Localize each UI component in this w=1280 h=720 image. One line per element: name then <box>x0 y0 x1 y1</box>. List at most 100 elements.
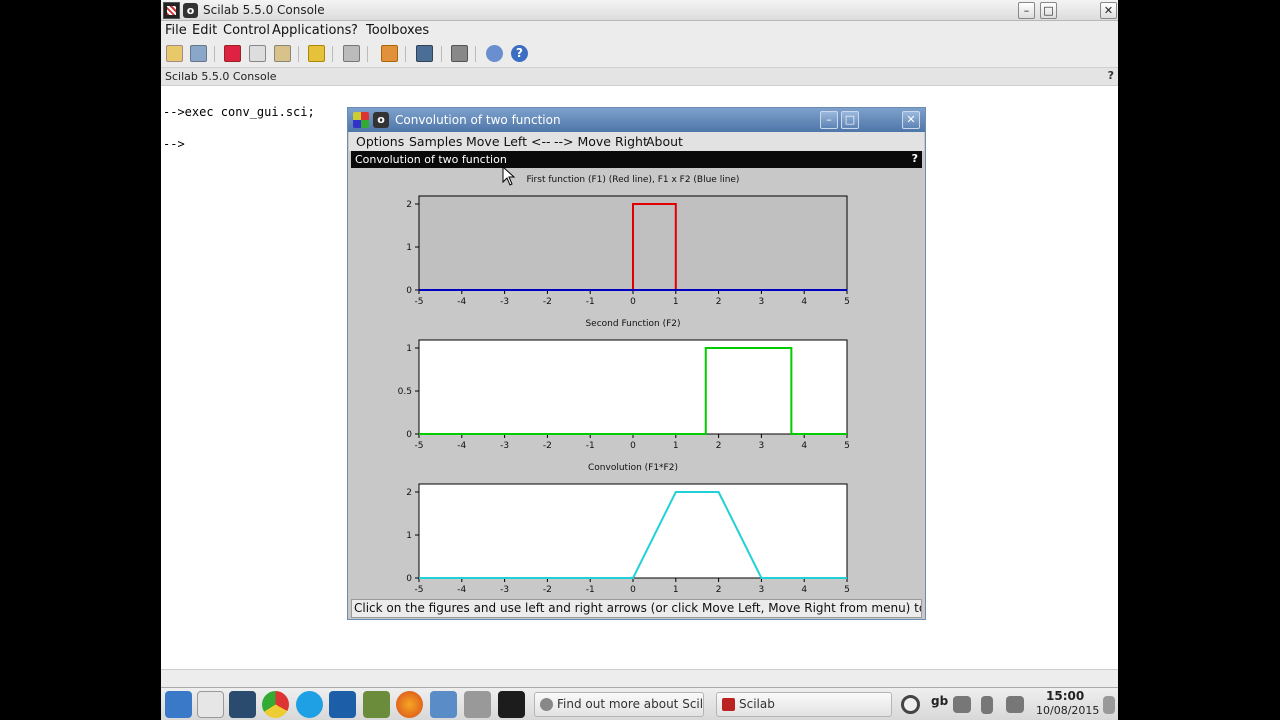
dialog-minimize-button[interactable]: – <box>820 111 838 129</box>
chrome-icon[interactable] <box>262 691 289 718</box>
console-titlebar[interactable]: o Scilab 5.5.0 Console – □ ✕ <box>161 0 1118 21</box>
books-icon[interactable] <box>363 691 390 718</box>
plot-1-xtick-label-9: 4 <box>801 297 807 307</box>
plot-3-ytick-label-0: 0 <box>406 574 412 584</box>
open-file-icon[interactable] <box>190 45 207 62</box>
plot-2-xtick-label-6: 1 <box>673 441 679 451</box>
dialog-menubar: Options Samples Move Left <-- --> Move R… <box>349 132 924 151</box>
figure-dock-header: Convolution of two function ? <box>351 151 922 168</box>
convolution-window-title: Convolution of two function <box>395 113 561 127</box>
console-line-exec: -->exec conv_gui.sci; <box>163 105 315 119</box>
browser-tab-icon <box>540 698 553 711</box>
menu-about[interactable]: About <box>646 134 683 149</box>
task-find-out-more[interactable]: Find out more about Scilab <box>534 692 704 717</box>
preferences-icon[interactable] <box>451 45 468 62</box>
plot-2-xtick-label-8: 3 <box>759 441 765 451</box>
plot-2-xtick-label-5: 0 <box>630 441 636 451</box>
plot-1-xtick-label-8: 3 <box>759 297 765 307</box>
plot-1-ytick-label-0: 0 <box>406 286 412 296</box>
plot-2-xtick-label-1: -4 <box>457 441 466 451</box>
task-scilab[interactable]: Scilab <box>716 692 892 717</box>
plot-1-xtick-label-1: -4 <box>457 297 466 307</box>
cut-icon[interactable] <box>224 45 241 62</box>
desktop-screen: o Scilab 5.5.0 Console – □ ✕ File Edit C… <box>161 0 1118 720</box>
wifi-icon[interactable] <box>1006 696 1024 713</box>
menu-control[interactable]: Control <box>223 23 270 38</box>
dialog-maximize-button[interactable]: □ <box>841 111 859 129</box>
plot-1-xtick-label-7: 2 <box>716 297 722 307</box>
plot-2-ytick-label-2: 1 <box>406 344 412 354</box>
firefox-icon[interactable] <box>396 691 423 718</box>
taskbar: Find out more about Scilab Scilab gb 15:… <box>161 687 1118 720</box>
plot-1-title: First function (F1) (Red line), F1 x F2 … <box>527 175 740 185</box>
power-icon[interactable] <box>901 695 920 714</box>
plot-3-axes <box>418 483 848 579</box>
menu-move-right[interactable]: --> Move Right <box>554 134 648 149</box>
text-editor-icon[interactable] <box>197 691 224 718</box>
desktop-icon[interactable] <box>229 691 256 718</box>
calculator-icon[interactable] <box>329 691 356 718</box>
close-button[interactable]: ✕ <box>1100 2 1117 19</box>
paste-icon[interactable] <box>274 45 291 62</box>
figure-dock-help-icon[interactable]: ? <box>912 152 918 165</box>
plots-svg[interactable]: First function (F1) (Red line), F1 x F2 … <box>351 168 922 598</box>
figure-dock-title: Convolution of two function <box>355 153 507 166</box>
variable-browser-icon[interactable] <box>381 45 398 62</box>
help-icon[interactable]: ? <box>511 45 528 62</box>
clock-time[interactable]: 15:00 <box>1046 689 1084 703</box>
menu-move-left[interactable]: Move Left <-- <box>466 134 550 149</box>
plot-1-xtick-label-6: 1 <box>673 297 679 307</box>
menu-edit[interactable]: Edit <box>192 23 217 38</box>
maximize-button[interactable]: □ <box>1040 2 1057 19</box>
plot-2-xtick-label-10: 5 <box>844 441 850 451</box>
files-icon[interactable] <box>430 691 457 718</box>
battery-icon[interactable] <box>981 696 993 714</box>
mouse-cursor <box>502 166 516 186</box>
menu-options[interactable]: Options <box>356 134 404 149</box>
window-menu-icon[interactable]: o <box>373 112 389 128</box>
menu-samples[interactable]: Samples <box>409 134 462 149</box>
scinotes-icon[interactable] <box>416 45 433 62</box>
new-file-icon[interactable] <box>166 45 183 62</box>
keyboard-layout[interactable]: gb <box>931 694 948 708</box>
terminal-icon[interactable] <box>498 691 525 718</box>
console-toolbar: ? <box>161 41 1118 68</box>
console-prompt: --> <box>163 137 185 151</box>
print-icon[interactable] <box>343 45 360 62</box>
scilab-app-icon[interactable] <box>163 2 180 19</box>
menu-applications[interactable]: Applications <box>272 23 351 38</box>
plot-2-axes <box>418 339 848 435</box>
figure-canvas[interactable]: First function (F1) (Red line), F1 x F2 … <box>351 168 922 598</box>
console-dock-title: Scilab 5.5.0 Console <box>165 70 277 83</box>
clear-console-icon[interactable] <box>308 45 325 62</box>
minimize-button[interactable]: – <box>1018 2 1035 19</box>
plot-3-xtick-label-0: -5 <box>415 585 424 595</box>
dialog-close-button[interactable]: ✕ <box>902 111 920 129</box>
start-menu-icon[interactable] <box>165 691 192 718</box>
plot-2-xtick-label-3: -2 <box>543 441 552 451</box>
figure-icon[interactable] <box>353 112 369 128</box>
show-desktop-button[interactable] <box>1103 696 1115 714</box>
plot-2-xtick-label-9: 4 <box>801 441 807 451</box>
menu-help[interactable]: ? <box>351 23 358 38</box>
plot-3-xtick-label-10: 5 <box>844 585 850 595</box>
plot-1-xtick-label-2: -3 <box>500 297 509 307</box>
menu-file[interactable]: File <box>165 23 187 38</box>
plot-3-xtick-label-5: 0 <box>630 585 636 595</box>
window-menu-icon[interactable]: o <box>183 3 198 18</box>
volume-icon[interactable] <box>953 696 971 713</box>
module-manager-icon[interactable] <box>486 45 503 62</box>
copy-icon[interactable] <box>249 45 266 62</box>
skype-icon[interactable] <box>296 691 323 718</box>
console-dock-help-icon[interactable]: ? <box>1108 69 1114 82</box>
plot-2-xtick-label-7: 2 <box>716 441 722 451</box>
menu-toolboxes[interactable]: Toolboxes <box>366 23 429 38</box>
plot-2-xtick-label-2: -3 <box>500 441 509 451</box>
plot-3-xtick-label-3: -2 <box>543 585 552 595</box>
clock-date: 10/08/2015 <box>1036 704 1100 717</box>
package-icon[interactable] <box>464 691 491 718</box>
convolution-titlebar[interactable]: o Convolution of two function – □ ✕ <box>348 108 925 132</box>
plot-3-xtick-label-7: 2 <box>716 585 722 595</box>
console-window-title: Scilab 5.5.0 Console <box>203 3 325 17</box>
plot-1-xtick-label-10: 5 <box>844 297 850 307</box>
